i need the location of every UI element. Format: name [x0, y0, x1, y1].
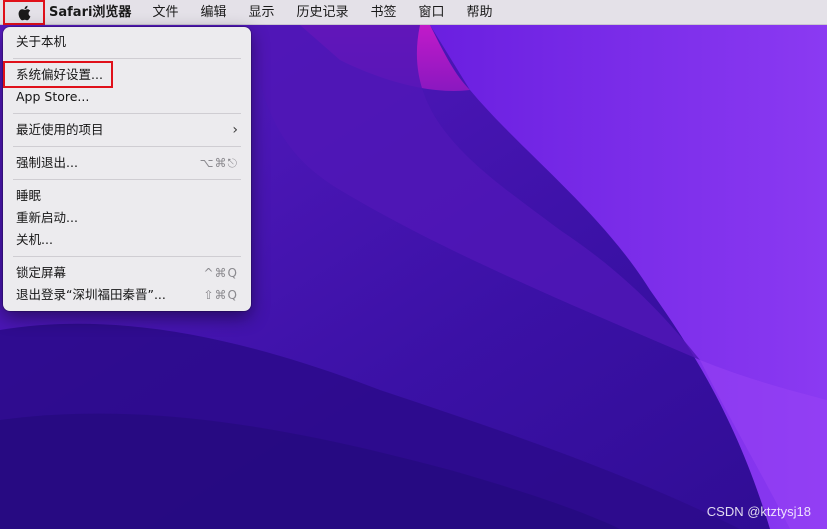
menu-separator: [13, 58, 241, 59]
chevron-right-icon: ›: [232, 122, 238, 138]
menu-item-label: 退出登录“深圳福田秦晋”...: [16, 287, 166, 302]
shortcut-label: ⇧⌘Q: [203, 288, 238, 302]
menu-view[interactable]: 显示: [237, 0, 285, 25]
menu-item-label: 系统偏好设置...: [16, 67, 103, 82]
menu-item-label: 睡眠: [16, 188, 42, 203]
menu-item-about[interactable]: 关于本机: [3, 31, 251, 53]
menu-separator: [13, 179, 241, 180]
shortcut-label: ⌥⌘⎋: [199, 156, 238, 170]
menu-item-sleep[interactable]: 睡眠: [3, 185, 251, 207]
menu-bar: Safari浏览器 文件 编辑 显示 历史记录 书签 窗口 帮助: [0, 0, 827, 25]
menu-separator: [13, 146, 241, 147]
menu-item-label: 关于本机: [16, 34, 67, 49]
menu-item-label: App Store...: [16, 89, 90, 104]
desktop: Safari浏览器 文件 编辑 显示 历史记录 书签 窗口 帮助 关于本机 系统…: [0, 0, 827, 529]
menu-window[interactable]: 窗口: [408, 0, 456, 25]
menu-item-label: 重新启动...: [16, 210, 78, 225]
menu-item-label: 强制退出...: [16, 155, 78, 170]
shortcut-label: ^⌘Q: [203, 266, 238, 280]
menu-item-restart[interactable]: 重新启动...: [3, 207, 251, 229]
watermark: CSDN @ktztysj18: [706, 504, 811, 519]
apple-menu-button[interactable]: [3, 0, 45, 25]
menu-item-shutdown[interactable]: 关机...: [3, 229, 251, 251]
menu-edit[interactable]: 编辑: [189, 0, 237, 25]
menu-help[interactable]: 帮助: [456, 0, 504, 25]
menu-item-label: 关机...: [16, 232, 53, 247]
menu-item-system-preferences[interactable]: 系统偏好设置...: [3, 61, 251, 88]
menu-separator: [13, 113, 241, 114]
menu-separator: [13, 256, 241, 257]
menu-item-recent-items[interactable]: 最近使用的项目 ›: [3, 119, 251, 141]
menu-app-name[interactable]: Safari浏览器: [49, 0, 141, 25]
menu-item-label: 最近使用的项目: [16, 122, 104, 137]
apple-dropdown-menu: 关于本机 系统偏好设置... App Store... 最近使用的项目 › 强制…: [3, 27, 251, 311]
menu-bookmarks[interactable]: 书签: [360, 0, 408, 25]
menu-bar-items: Safari浏览器 文件 编辑 显示 历史记录 书签 窗口 帮助: [49, 0, 504, 25]
menu-item-force-quit[interactable]: 强制退出... ⌥⌘⎋: [3, 152, 251, 174]
menu-item-label: 锁定屏幕: [16, 265, 67, 280]
apple-logo-icon: [18, 5, 31, 20]
menu-item-app-store[interactable]: App Store...: [3, 86, 251, 108]
menu-history[interactable]: 历史记录: [285, 0, 359, 25]
menu-item-lock-screen[interactable]: 锁定屏幕 ^⌘Q: [3, 262, 251, 284]
menu-item-logout[interactable]: 退出登录“深圳福田秦晋”... ⇧⌘Q: [3, 284, 251, 306]
menu-file[interactable]: 文件: [141, 0, 189, 25]
